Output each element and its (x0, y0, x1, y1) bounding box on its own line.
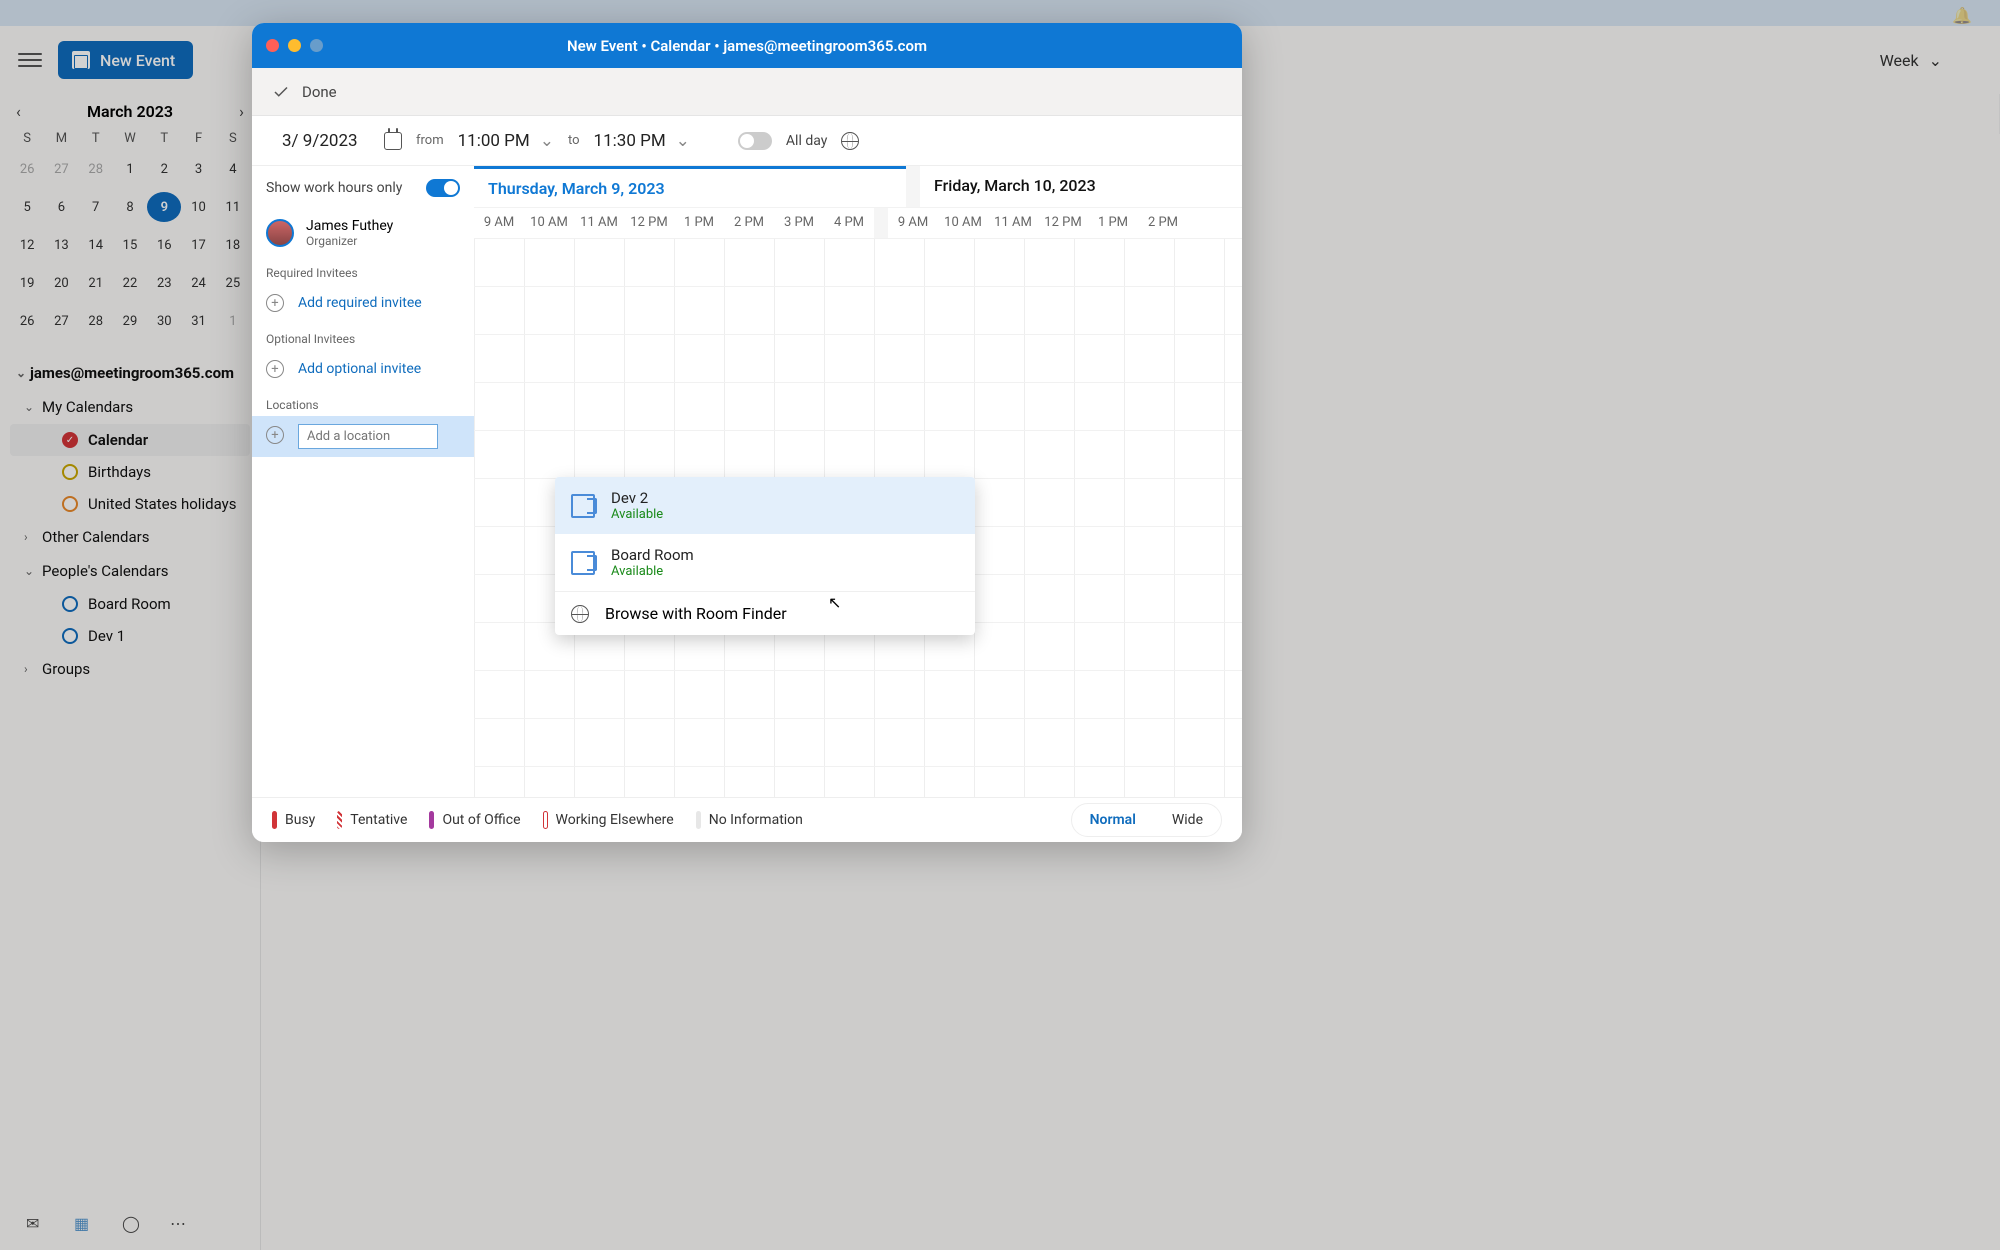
to-time-dropdown[interactable]: 11:30 PM⌄ (594, 131, 690, 151)
hour-label: 11 AM (574, 208, 624, 238)
day-header-selected[interactable]: Thursday, March 9, 2023 (474, 166, 906, 207)
chevron-down-icon: ⌄ (676, 131, 690, 151)
room-icon (571, 494, 595, 518)
plus-icon: + (266, 294, 284, 312)
location-input[interactable] (298, 424, 438, 449)
cursor-icon: ↖ (828, 593, 841, 612)
plus-icon: + (266, 360, 284, 378)
required-invitees-label: Required Invitees (252, 256, 474, 284)
zoom-traffic-light[interactable] (310, 39, 323, 52)
browse-room-finder[interactable]: Browse with Room Finder (555, 591, 975, 635)
hour-label: 10 AM (524, 208, 574, 238)
segment-normal[interactable]: Normal (1072, 804, 1154, 836)
work-hours-toggle[interactable] (426, 179, 460, 197)
add-required-invitee[interactable]: + Add required invitee (252, 284, 474, 322)
hour-label: 11 AM (988, 208, 1038, 238)
room-option-board-room[interactable]: Board RoomAvailable (555, 534, 975, 591)
room-icon (571, 551, 595, 575)
from-label: from (416, 133, 444, 148)
status-busy: Busy (272, 811, 315, 829)
zoom-segment[interactable]: Normal Wide (1071, 803, 1222, 837)
add-location-row[interactable]: + (252, 416, 474, 457)
hour-label: 9 AM (474, 208, 524, 238)
status-out-of-office: Out of Office (429, 811, 520, 829)
checkmark-icon (272, 83, 290, 101)
room-option-dev-2[interactable]: Dev 2Available (555, 477, 975, 534)
to-label: to (568, 133, 580, 148)
modal-titlebar: New Event • Calendar • james@meetingroom… (252, 23, 1242, 68)
date-picker-icon[interactable] (384, 132, 402, 150)
hour-label: 10 AM (938, 208, 988, 238)
optional-invitees-label: Optional Invitees (252, 322, 474, 350)
date-input[interactable] (282, 129, 370, 153)
chevron-down-icon: ⌄ (540, 131, 554, 151)
location-dropdown: Dev 2Available Board RoomAvailable Brows… (555, 477, 975, 635)
close-traffic-light[interactable] (266, 39, 279, 52)
hour-label: 3 PM (774, 208, 824, 238)
hour-label: 12 PM (1038, 208, 1088, 238)
segment-wide[interactable]: Wide (1154, 804, 1221, 836)
modal-title: New Event • Calendar • james@meetingroom… (567, 37, 927, 55)
locations-label: Locations (252, 388, 474, 416)
hour-label: 9 AM (888, 208, 938, 238)
status-working-elsewhere: Working Elsewhere (543, 811, 674, 829)
timezone-icon[interactable] (841, 132, 859, 150)
from-time-dropdown[interactable]: 11:00 PM⌄ (458, 131, 554, 151)
hour-label: 1 PM (1088, 208, 1138, 238)
hour-label: 4 PM (824, 208, 874, 238)
hour-label: 1 PM (674, 208, 724, 238)
globe-icon (571, 605, 589, 623)
new-event-modal: New Event • Calendar • james@meetingroom… (252, 23, 1242, 842)
hour-label: 2 PM (724, 208, 774, 238)
hour-label: 12 PM (624, 208, 674, 238)
add-optional-invitee[interactable]: + Add optional invitee (252, 350, 474, 388)
plus-icon: + (266, 426, 284, 444)
status-tentative: Tentative (337, 811, 407, 829)
day-header[interactable]: Friday, March 10, 2023 (920, 166, 1242, 207)
hour-label: 2 PM (1138, 208, 1188, 238)
all-day-label: All day (786, 133, 827, 149)
organizer-row: James FutheyOrganizer (252, 210, 474, 256)
all-day-toggle[interactable] (738, 132, 772, 150)
minimize-traffic-light[interactable] (288, 39, 301, 52)
avatar (266, 219, 294, 247)
status-no-info: No Information (696, 811, 803, 829)
work-hours-label: Show work hours only (266, 180, 402, 196)
done-button[interactable]: Done (252, 68, 1242, 116)
